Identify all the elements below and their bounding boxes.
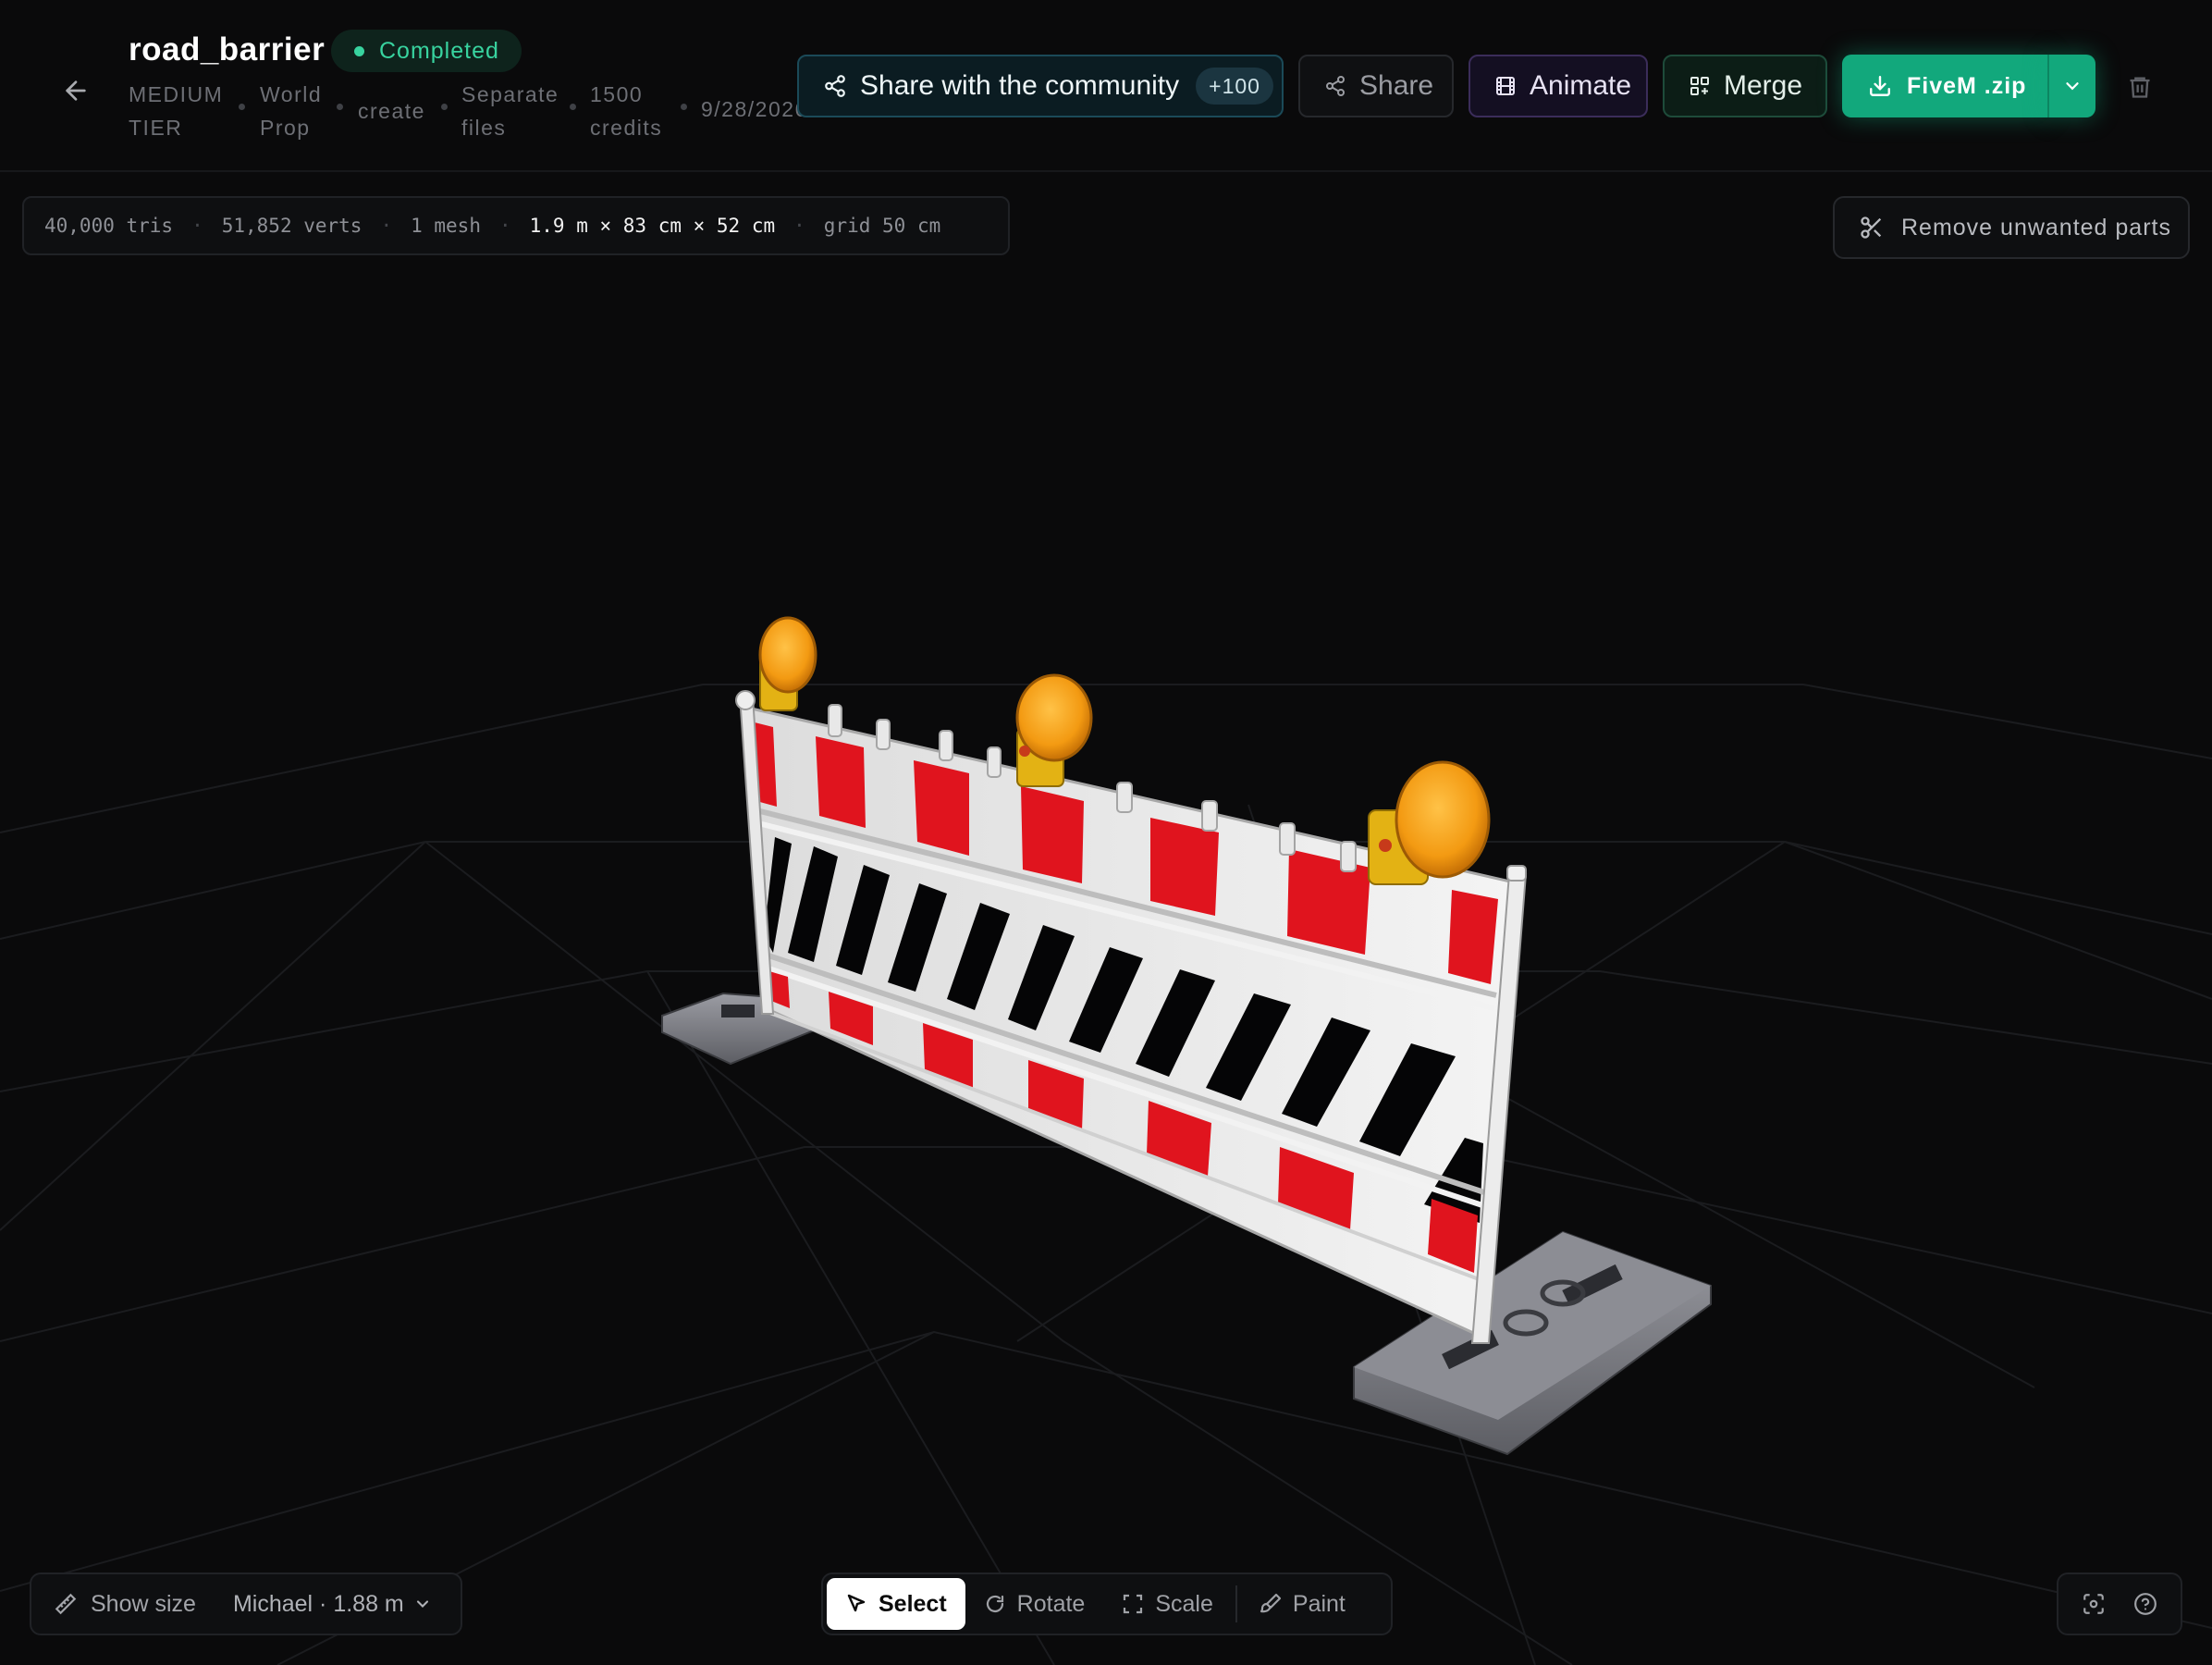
remove-parts-label: Remove unwanted parts (1901, 214, 2171, 240)
reference-person-label: Michael · 1.88 m (232, 1590, 404, 1617)
toolbar-divider (1235, 1585, 1237, 1622)
remove-unwanted-parts-button[interactable]: Remove unwanted parts (1833, 196, 2190, 259)
meta-separator (239, 104, 245, 110)
asset-title: road_barrier (129, 31, 326, 68)
share-label: Share (1359, 70, 1434, 101)
meta-mode: create (358, 94, 425, 128)
meta-tier: MEDIUM TIER (129, 78, 223, 144)
share-nodes-icon (825, 75, 845, 97)
meta-tier-line2: TIER (129, 116, 183, 140)
paint-brush-icon (1260, 1593, 1281, 1613)
viewport-corner-controls (2057, 1572, 2182, 1635)
status-badge: Completed (331, 30, 522, 72)
transform-toolbar: Select Rotate Scale Paint (821, 1572, 1393, 1635)
verts-count: 51,852 verts (221, 215, 363, 237)
meta-category-line2: Prop (260, 116, 311, 140)
scissors-icon (1861, 216, 1882, 239)
3d-viewport[interactable] (0, 174, 2212, 1665)
meta-tier-line1: MEDIUM (129, 82, 224, 106)
meta-separator (441, 104, 448, 110)
download-label: FiveM .zip (1907, 72, 2027, 99)
back-button[interactable] (55, 70, 96, 111)
focus-camera-button[interactable] (2073, 1584, 2114, 1624)
meta-credits-line1: 1500 (590, 82, 644, 106)
share-community-button[interactable]: Share with the community +100 (797, 55, 1284, 117)
trash-icon (2130, 77, 2150, 98)
download-icon (1870, 76, 1890, 96)
share-button[interactable]: Share (1298, 55, 1454, 117)
stats-separator: · (191, 215, 203, 237)
warning-lamp-middle (1015, 673, 1093, 787)
delete-button[interactable] (2121, 68, 2158, 105)
share-community-label: Share with the community (860, 70, 1180, 101)
help-button[interactable] (2125, 1584, 2166, 1624)
download-fivem-button[interactable]: FiveM .zip (1842, 55, 2047, 117)
status-dot (354, 46, 364, 56)
reward-badge: +100 (1196, 68, 1273, 105)
meta-output: Separate files (461, 78, 559, 144)
meta-category-line1: World (260, 82, 323, 106)
scale-tool-button[interactable]: Scale (1103, 1578, 1232, 1630)
download-options-dropdown[interactable] (2047, 55, 2095, 117)
animate-label: Animate (1530, 70, 1632, 101)
reference-person-dropdown[interactable]: Michael · 1.88 m (233, 1574, 432, 1634)
warning-lamp-left (758, 616, 817, 711)
meta-separator (570, 104, 576, 110)
film-icon (1496, 77, 1515, 95)
scene-canvas[interactable] (0, 174, 2212, 1665)
meta-separator (337, 104, 343, 110)
ruler-icon (55, 1593, 77, 1615)
meta-category: World Prop (260, 78, 322, 144)
grid-size: grid 50 cm (823, 215, 941, 237)
merge-label: Merge (1724, 70, 1803, 101)
rotate-tool-button[interactable]: Rotate (965, 1578, 1104, 1630)
scale-tool-label: Scale (1155, 1590, 1213, 1617)
stats-separator: · (380, 215, 393, 237)
top-header: road_barrier Completed MEDIUM TIER World… (0, 0, 2212, 172)
meta-credits: 1500 credits (590, 78, 662, 144)
chevron-down-icon (416, 1600, 428, 1608)
show-size-toggle[interactable]: Show size (31, 1574, 196, 1634)
show-size-label: Show size (91, 1590, 196, 1617)
rotate-icon (986, 1595, 1003, 1612)
size-reference-bar: Show size Michael · 1.88 m (30, 1572, 462, 1635)
meta-mode-text: create (358, 99, 425, 123)
cursor-arrow-icon (847, 1594, 866, 1612)
meta-output-line1: Separate (461, 82, 559, 106)
meta-date-text: 9/28/2026 (701, 97, 808, 121)
tris-count: 40,000 tris (44, 215, 174, 237)
focus-camera-icon (2083, 1594, 2104, 1614)
warning-lamp-right (1368, 760, 1491, 885)
stats-separator: · (793, 215, 805, 237)
meta-date: 9/28/2026 (701, 92, 808, 126)
merge-button[interactable]: Merge (1663, 55, 1827, 117)
select-tool-label: Select (879, 1590, 947, 1617)
model-dimensions: 1.9 m × 83 cm × 52 cm (529, 215, 776, 237)
scale-frame-icon (1124, 1594, 1143, 1614)
help-circle-icon (2134, 1593, 2157, 1615)
meta-credits-line2: credits (590, 116, 663, 140)
paint-tool-label: Paint (1292, 1590, 1346, 1617)
mesh-count: 1 mesh (411, 215, 481, 237)
rotate-tool-label: Rotate (1016, 1590, 1086, 1617)
chevron-down-icon (2066, 82, 2079, 91)
select-tool-button[interactable]: Select (827, 1578, 965, 1630)
mesh-stats-bar: 40,000 tris · 51,852 verts · 1 mesh · 1.… (22, 196, 1010, 255)
back-arrow-icon (66, 80, 86, 101)
merge-icon (1690, 77, 1709, 95)
stats-separator: · (498, 215, 511, 237)
share-nodes-icon (1326, 76, 1345, 96)
paint-tool-button[interactable]: Paint (1241, 1578, 1364, 1630)
meta-output-line2: files (461, 116, 507, 140)
animate-button[interactable]: Animate (1469, 55, 1648, 117)
status-text: Completed (379, 37, 499, 64)
meta-separator (681, 104, 687, 110)
